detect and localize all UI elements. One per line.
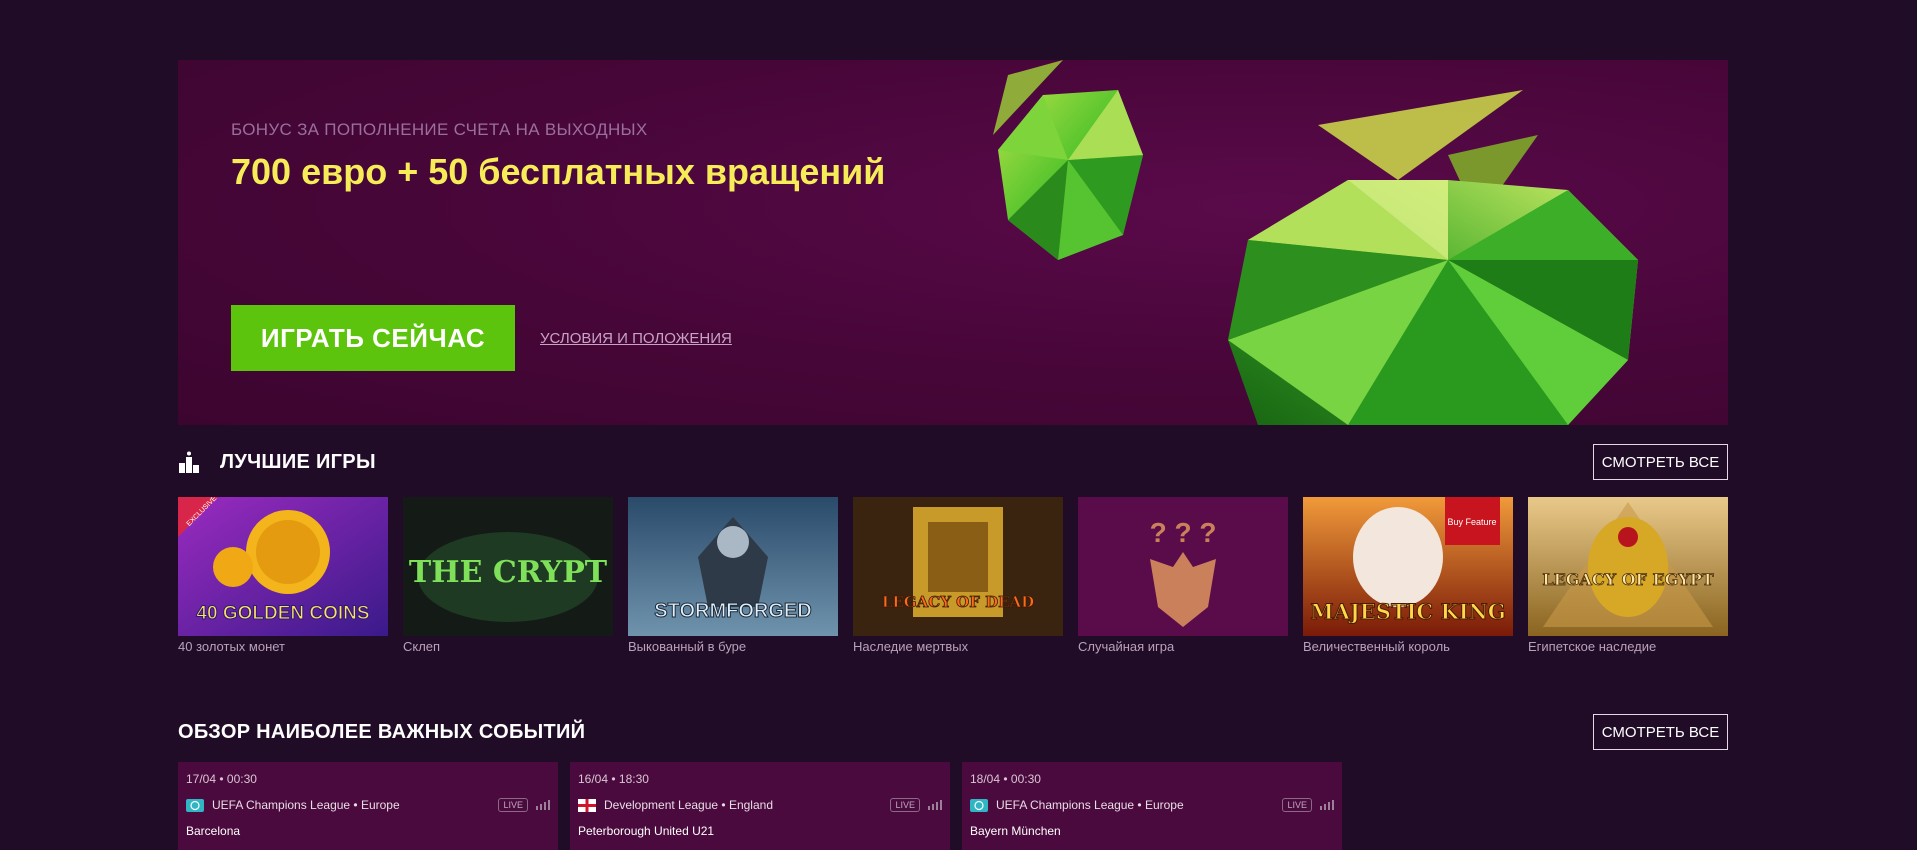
events-list: 17/04 • 00:30 UEFA Champions League • Eu…	[178, 762, 1342, 850]
events-title: ОБЗОР НАИБОЛЕЕ ВАЖНЫХ СОБЫТИЙ	[178, 720, 586, 743]
game-art-title: MAJESTIC KING	[1310, 599, 1505, 624]
promo-title: 700 евро + 50 бесплатных вращений	[231, 151, 886, 192]
game-name: Египетское наследие	[1528, 639, 1657, 654]
stats-icon[interactable]	[928, 800, 942, 810]
globe-icon	[970, 798, 988, 812]
event-league: UEFA Champions League • Europe	[212, 798, 400, 812]
green-apple-art	[993, 60, 1638, 425]
game-name: 40 золотых монет	[178, 639, 286, 654]
game-art-title: THE CRYPT	[409, 555, 608, 590]
game-thumbnail: EXCLUSIVE 40 GOLDEN COINS	[178, 497, 388, 636]
terms-link[interactable]: УСЛОВИЯ И ПОЛОЖЕНИЯ	[540, 330, 732, 347]
event-card[interactable]: 17/04 • 00:30 UEFA Champions League • Eu…	[178, 762, 558, 850]
event-team: Bayern München	[970, 824, 1061, 838]
top-games-header: ЛУЧШИЕ ИГРЫ СМОТРЕТЬ ВСЕ	[178, 444, 1728, 480]
play-now-button[interactable]: ИГРАТЬ СЕЙЧАС	[231, 305, 515, 371]
game-name: Выкованный в буре	[628, 639, 747, 654]
top-games-list: EXCLUSIVE 40 GOLDEN COINS 40 золотых мон…	[178, 497, 1728, 654]
game-thumbnail: LEGACY OF DEAD	[853, 497, 1063, 636]
live-badge: LIVE	[890, 798, 920, 812]
event-date: 18/04 • 00:30	[970, 772, 1041, 786]
top-games-see-all-button[interactable]: СМОТРЕТЬ ВСЕ	[1593, 444, 1728, 480]
game-thumbnail: Buy Feature MAJESTIC KING	[1303, 497, 1513, 636]
events-header: ОБЗОР НАИБОЛЕЕ ВАЖНЫХ СОБЫТИЙ СМОТРЕТЬ В…	[178, 714, 1728, 750]
game-card-the-crypt[interactable]: THE CRYPT Склеп	[403, 497, 613, 654]
game-art-title: STORMFORGED	[654, 600, 811, 622]
event-date: 17/04 • 00:30	[186, 772, 257, 786]
game-card-stormforged[interactable]: STORMFORGED Выкованный в буре	[628, 497, 838, 654]
game-thumbnail: ? ? ?	[1078, 497, 1288, 636]
game-art-title: LEGACY OF EGYPT	[1542, 570, 1713, 589]
live-badge: LIVE	[1282, 798, 1312, 812]
globe-icon	[186, 798, 204, 812]
game-name: Склеп	[403, 639, 441, 654]
event-card[interactable]: 18/04 • 00:30 UEFA Champions League • Eu…	[962, 762, 1342, 850]
england-flag-icon	[578, 798, 596, 812]
promo-eyebrow: БОНУС ЗА ПОПОЛНЕНИЕ СЧЕТА НА ВЫХОДНЫХ	[231, 120, 648, 139]
stats-icon[interactable]	[1320, 800, 1334, 810]
game-card-legacy-of-dead[interactable]: LEGACY OF DEAD Наследие мертвых	[853, 497, 1063, 654]
event-team: Peterborough United U21	[578, 824, 715, 838]
game-name: Случайная игра	[1078, 639, 1175, 654]
game-thumbnail: LEGACY OF EGYPT	[1528, 497, 1728, 636]
podium-icon	[179, 451, 199, 473]
game-art-title: LEGACY OF DEAD	[882, 593, 1034, 611]
events-see-all-button[interactable]: СМОТРЕТЬ ВСЕ	[1593, 714, 1728, 750]
game-name: Наследие мертвых	[853, 639, 969, 654]
stats-icon[interactable]	[536, 800, 550, 810]
promo-banner: БОНУС ЗА ПОПОЛНЕНИЕ СЧЕТА НА ВЫХОДНЫХ 70…	[178, 60, 1728, 425]
game-thumbnail: THE CRYPT	[403, 497, 613, 636]
game-art-title: 40 GOLDEN COINS	[196, 603, 369, 624]
live-badge: LIVE	[498, 798, 528, 812]
event-league: Development League • England	[604, 798, 773, 812]
event-card[interactable]: 16/04 • 18:30 Development League • Engla…	[570, 762, 950, 850]
top-games-title: ЛУЧШИЕ ИГРЫ	[220, 450, 376, 473]
game-thumbnail: STORMFORGED	[628, 497, 838, 636]
event-team: Barcelona	[186, 824, 241, 838]
game-card-40-golden-coins[interactable]: EXCLUSIVE 40 GOLDEN COINS 40 золотых мон…	[178, 497, 388, 654]
game-card-majestic-king[interactable]: Buy Feature MAJESTIC KING Величественный…	[1303, 497, 1513, 654]
game-art-title: ? ? ?	[1150, 517, 1217, 548]
game-name: Величественный король	[1303, 639, 1450, 654]
event-league: UEFA Champions League • Europe	[996, 798, 1184, 812]
game-card-random-game[interactable]: ? ? ? Случайная игра	[1078, 497, 1288, 654]
game-card-legacy-of-egypt[interactable]: LEGACY OF EGYPT Египетское наследие	[1528, 497, 1728, 654]
event-date: 16/04 • 18:30	[578, 772, 649, 786]
buy-feature-badge: Buy Feature	[1447, 517, 1496, 527]
